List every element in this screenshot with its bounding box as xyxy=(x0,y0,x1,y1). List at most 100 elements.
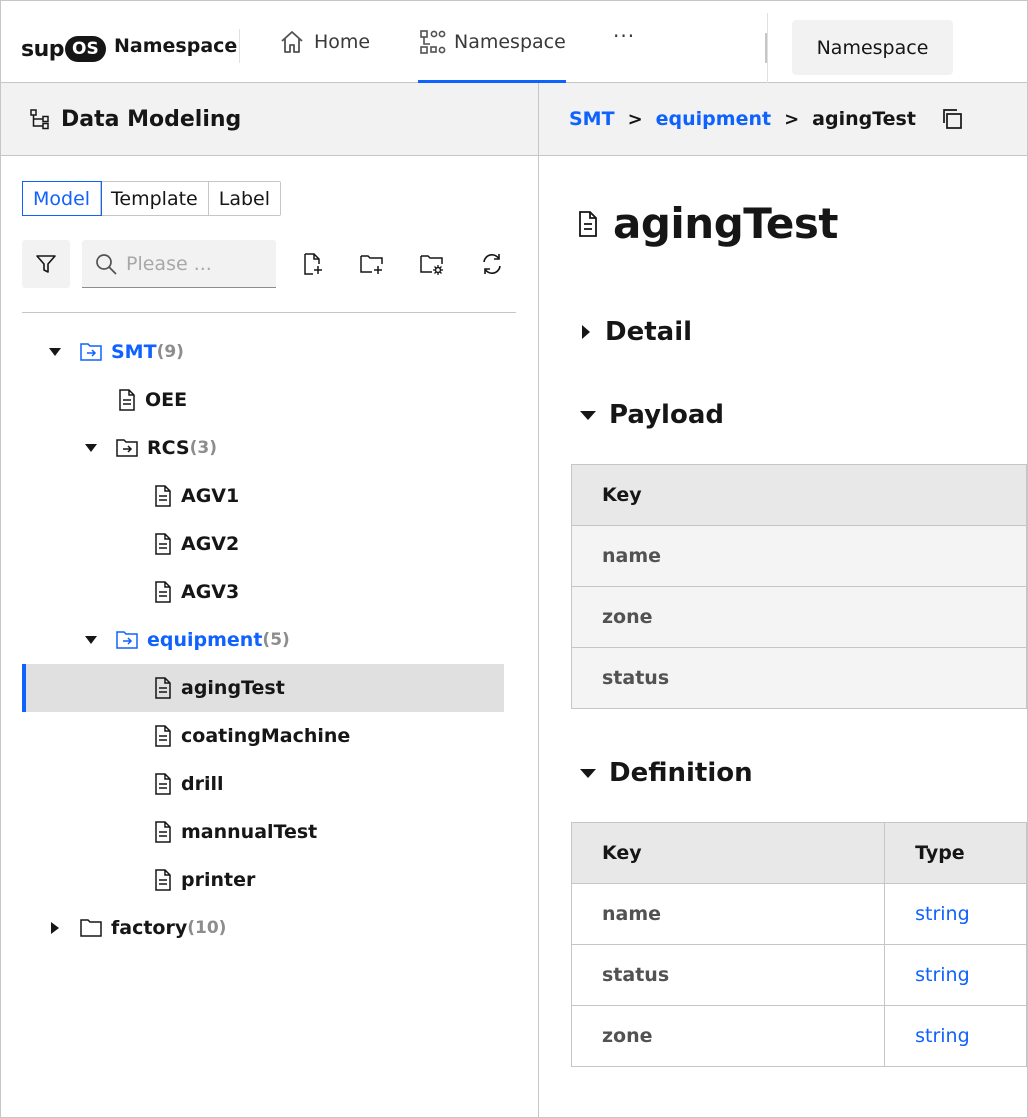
definition-cell-key: name xyxy=(570,883,886,945)
tree-item-agingtest[interactable]: agingTest xyxy=(153,664,285,712)
search-icon xyxy=(96,253,117,275)
tree-item-label: AGV1 xyxy=(181,485,240,507)
tree-item-drill[interactable]: drill xyxy=(153,760,224,808)
more-menu-button[interactable]: ··· xyxy=(613,1,635,77)
breadcrumb-link-equipment[interactable]: equipment xyxy=(656,108,771,130)
payload-row-key: name xyxy=(571,525,1027,587)
tree-item-rcs[interactable]: RCS (3) xyxy=(81,424,217,472)
definition-cell-key: status xyxy=(570,944,886,1006)
tab-template[interactable]: Template xyxy=(101,182,209,215)
folder-icon xyxy=(79,917,103,939)
logo-text-sup: sup xyxy=(21,36,65,62)
caret-right-icon[interactable] xyxy=(45,921,65,935)
document-icon xyxy=(153,677,173,699)
nav-namespace-label: Namespace xyxy=(454,31,566,53)
tree-item-agv3[interactable]: AGV3 xyxy=(153,568,239,616)
caret-down-icon[interactable] xyxy=(81,635,101,645)
payload-row-key: zone xyxy=(571,586,1027,648)
caret-down-icon xyxy=(579,408,597,422)
definition-cell-type[interactable]: string xyxy=(884,883,1027,945)
tree-item-label: OEE xyxy=(145,389,188,411)
copy-icon[interactable] xyxy=(940,107,964,131)
tree-item-label: coatingMachine xyxy=(181,725,351,747)
definition-header-key: Key xyxy=(570,822,886,884)
nav-home[interactable]: Home xyxy=(278,1,370,83)
caret-down-icon[interactable] xyxy=(45,347,65,357)
document-title-text: agingTest xyxy=(613,199,838,248)
folder-linked-icon xyxy=(115,437,139,459)
tree-item-mannualtest[interactable]: mannualTest xyxy=(153,808,317,856)
tree-item-agv1[interactable]: AGV1 xyxy=(153,472,239,520)
tree-item-label: AGV3 xyxy=(181,581,240,603)
section-definition-label: Definition xyxy=(609,758,753,788)
breadcrumb-link-smt[interactable]: SMT xyxy=(569,108,615,130)
filter-button[interactable] xyxy=(22,240,70,288)
folder-settings-icon[interactable] xyxy=(419,251,445,277)
tree-item-agv2[interactable]: AGV2 xyxy=(153,520,239,568)
supos-logo[interactable]: sup OS xyxy=(21,33,106,65)
tree-item-label: AGV2 xyxy=(181,533,240,555)
filter-icon xyxy=(36,255,56,273)
app-frame: sup OS Namespace Home Namespace ··· Name… xyxy=(0,0,1028,1118)
document-icon xyxy=(153,533,173,555)
tree-item-count: (9) xyxy=(156,342,184,362)
tree-item-count: (3) xyxy=(189,438,217,458)
table-row: zone string xyxy=(570,1005,1027,1067)
search-input[interactable] xyxy=(126,252,266,275)
definition-cell-key: zone xyxy=(570,1005,886,1067)
section-payload-label: Payload xyxy=(609,400,724,430)
document-title: agingTest xyxy=(577,199,838,248)
tab-model[interactable]: Model xyxy=(21,181,103,216)
payload-row-key: status xyxy=(571,647,1027,709)
left-panel-header: Data Modeling xyxy=(1,83,539,156)
logo-text-os: OS xyxy=(65,36,106,62)
document-icon xyxy=(153,869,173,891)
document-icon xyxy=(153,773,173,795)
document-icon xyxy=(579,210,597,237)
add-folder-icon[interactable] xyxy=(359,251,385,277)
add-file-icon[interactable] xyxy=(300,251,326,277)
divider xyxy=(767,13,768,83)
nav-home-label: Home xyxy=(314,31,371,53)
nav-namespace[interactable]: Namespace xyxy=(418,1,566,83)
section-definition-toggle[interactable]: Definition xyxy=(579,758,753,788)
tree-item-factory[interactable]: factory (10) xyxy=(45,904,226,952)
data-modeling-icon xyxy=(30,109,49,130)
selected-row-indicator xyxy=(22,664,26,712)
tree-item-smt[interactable]: SMT (9) xyxy=(45,328,184,376)
tree-item-count: (10) xyxy=(187,918,227,938)
folder-linked-icon xyxy=(115,629,139,651)
section-detail-toggle[interactable]: Detail xyxy=(579,317,692,347)
definition-table: Key Type name string status string zone … xyxy=(570,822,1027,1067)
tree-item-label: printer xyxy=(181,869,256,891)
top-nav: sup OS Namespace Home Namespace ··· Name… xyxy=(1,1,1027,83)
table-row: status string xyxy=(570,944,1027,1006)
payload-header-key: Key xyxy=(571,464,1027,526)
breadcrumb-current: agingTest xyxy=(812,108,916,130)
section-detail-label: Detail xyxy=(605,317,693,347)
tree-item-equipment[interactable]: equipment (5) xyxy=(81,616,290,664)
tree-item-label: SMT xyxy=(111,341,157,363)
caret-down-icon[interactable] xyxy=(81,443,101,453)
app-name: Namespace xyxy=(114,35,238,57)
tab-label[interactable]: Label xyxy=(208,182,281,215)
definition-header-type: Type xyxy=(884,822,1027,884)
document-icon xyxy=(153,725,173,747)
definition-cell-type[interactable]: string xyxy=(884,1005,1027,1067)
panel-divider[interactable] xyxy=(538,156,539,1117)
breadcrumb-separator: > xyxy=(784,108,800,130)
document-icon xyxy=(153,485,173,507)
section-payload-toggle[interactable]: Payload xyxy=(579,400,724,430)
tree-item-label: factory xyxy=(111,917,188,939)
tree-item-label: RCS xyxy=(147,437,190,459)
toolbar-divider xyxy=(22,312,516,313)
tree-item-label: mannualTest xyxy=(181,821,318,843)
tree-item-coatingmachine[interactable]: coatingMachine xyxy=(153,712,350,760)
definition-cell-type[interactable]: string xyxy=(884,944,1027,1006)
refresh-icon[interactable] xyxy=(479,251,505,277)
tree-item-oee[interactable]: OEE xyxy=(117,376,187,424)
folder-linked-icon xyxy=(79,341,103,363)
caret-down-icon xyxy=(579,766,597,780)
namespace-tab-button[interactable]: Namespace xyxy=(792,20,953,75)
tree-item-printer[interactable]: printer xyxy=(153,856,255,904)
